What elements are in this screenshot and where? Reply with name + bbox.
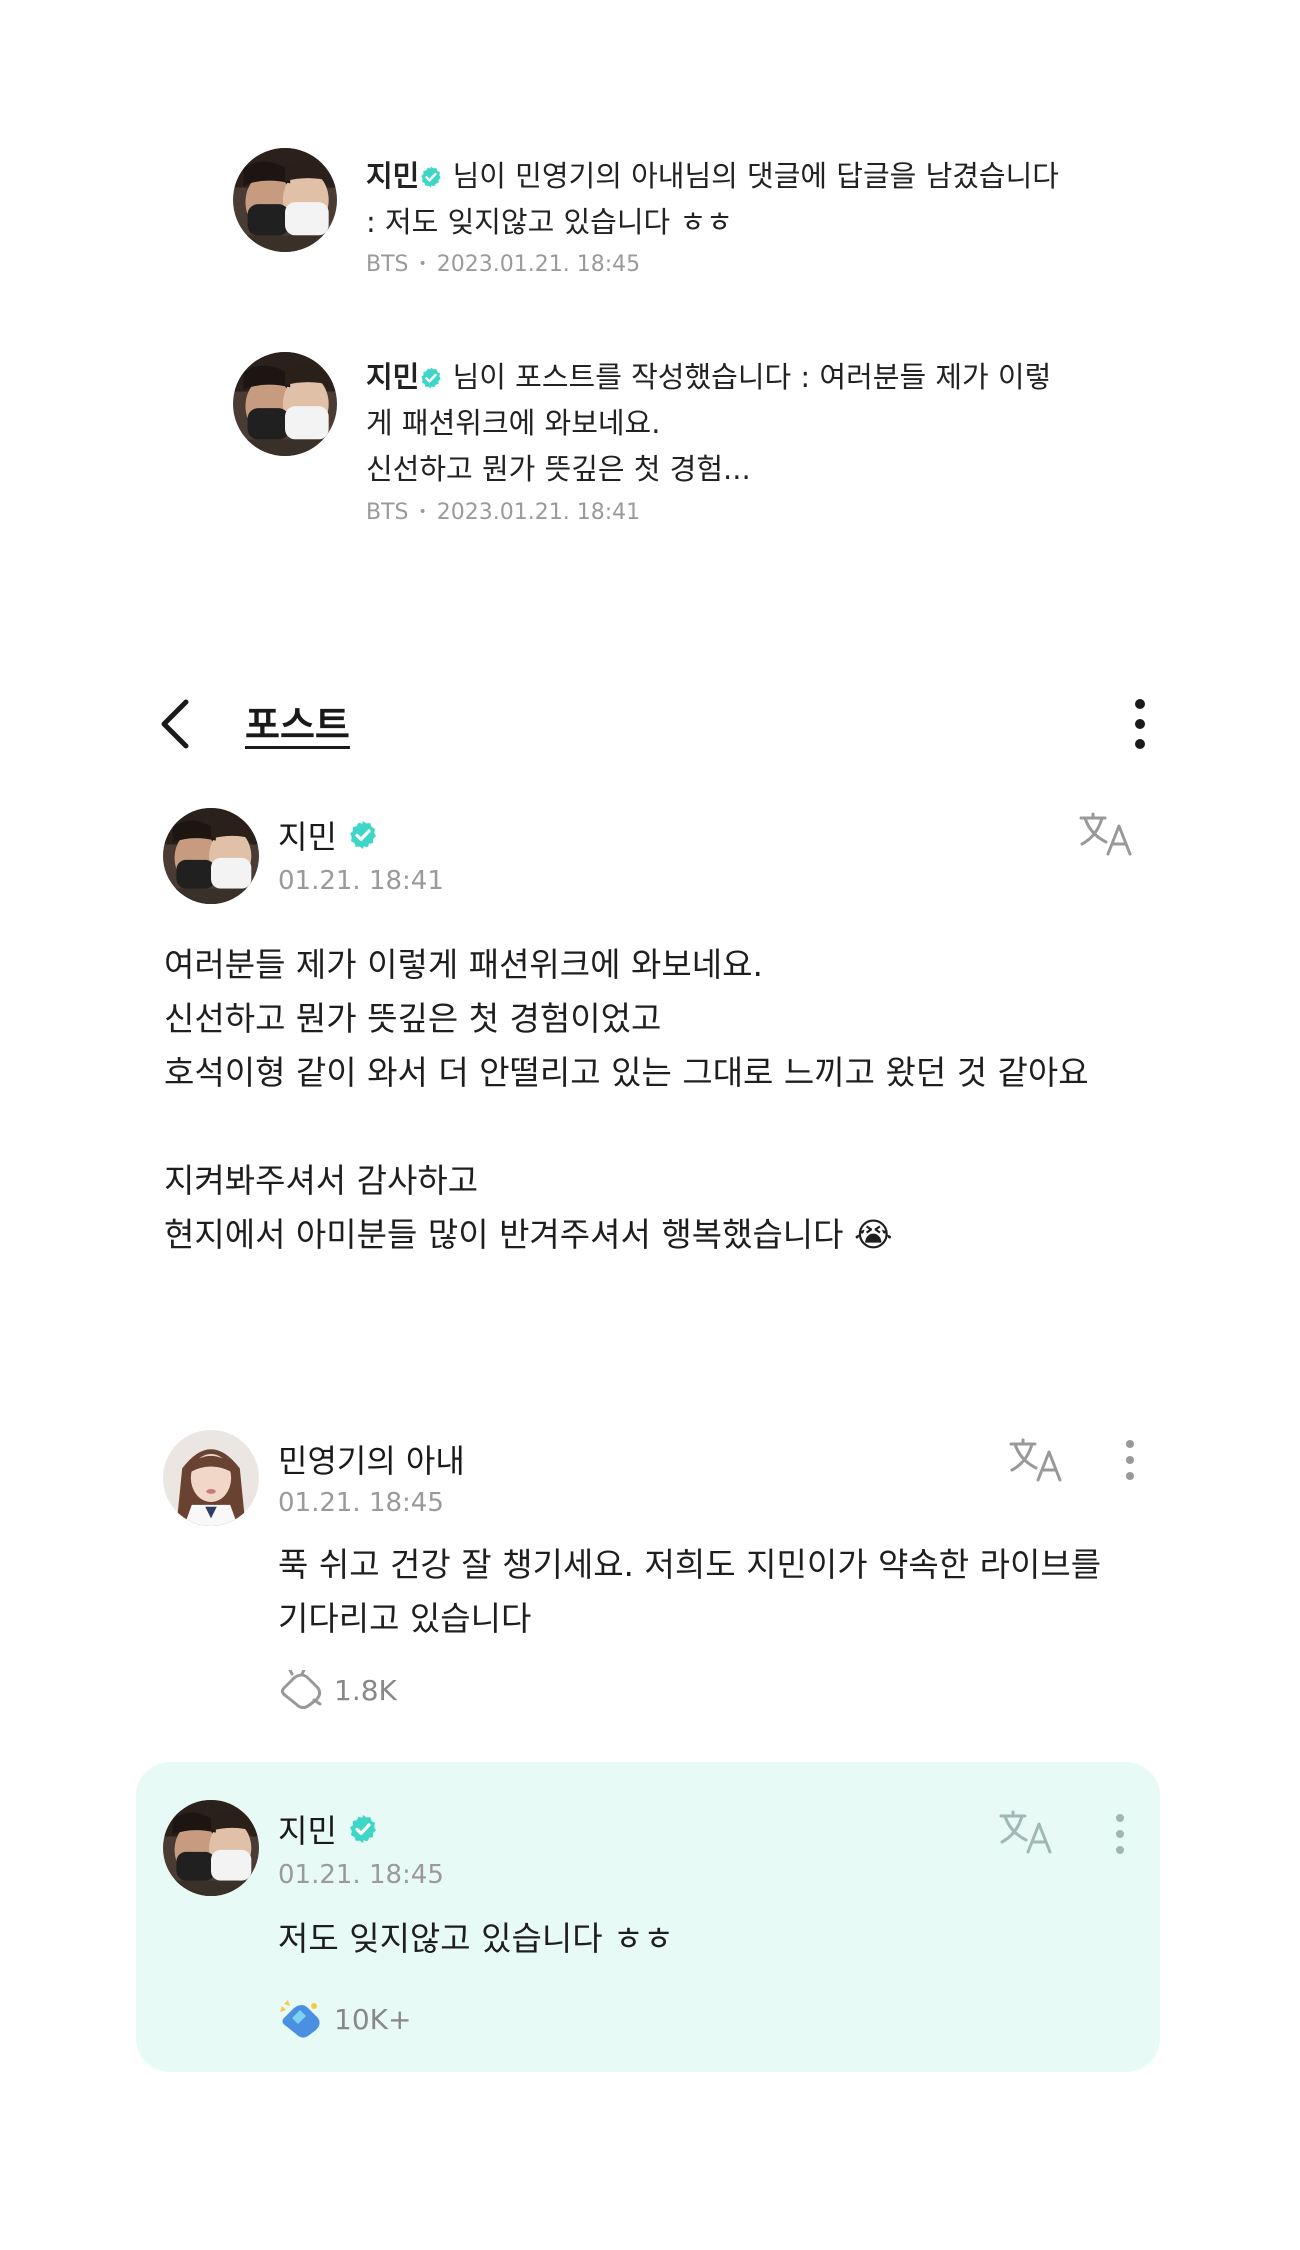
kebab-menu-icon xyxy=(1135,699,1145,749)
page-title: 포스트 xyxy=(245,703,350,747)
cheer-active-icon xyxy=(280,2000,320,2038)
reply-date: 01.21. 18:45 xyxy=(278,1860,444,1890)
comment-more-icon[interactable] xyxy=(1120,1438,1140,1482)
verified-icon xyxy=(419,366,443,390)
notification-source: BTS xyxy=(366,500,409,525)
avatar xyxy=(233,148,337,252)
post-body-text: 여러분들 제가 이렇게 패션위크에 와보네요. 신선하고 뭔가 뜻깊은 첫 경험… xyxy=(164,945,1089,1254)
verified-icon xyxy=(419,165,443,189)
comment-like-count: 1.8K xyxy=(334,1673,397,1707)
reply-like-button[interactable]: 10K+ xyxy=(278,1998,411,2040)
reply-like-count: 10K+ xyxy=(334,2002,412,2036)
notification-text: 지민 님이 민영기의 아내님의 댓글에 답글을 남겼습니다 : 저도 잊지않고 … xyxy=(366,153,1066,245)
translate-icon[interactable] xyxy=(1008,1438,1066,1482)
notification-text: 지민 님이 포스트를 작성했습니다 : 여러분들 제가 이렇게 패션위크에 와보… xyxy=(366,354,1066,492)
notification-message-continued: 신선하고 뭔가 뜻깊은 첫 경험... xyxy=(366,452,751,486)
cheer-icon xyxy=(280,1670,322,1710)
separator-dot: • xyxy=(418,504,427,520)
avatar xyxy=(233,352,337,456)
chevron-left-icon xyxy=(161,699,189,749)
reply-more-icon[interactable] xyxy=(1110,1812,1130,1856)
translate-icon[interactable] xyxy=(1078,812,1136,856)
comment-date: 01.21. 18:45 xyxy=(278,1488,444,1518)
crying-emoji-icon: 😭 xyxy=(854,1215,893,1254)
separator-dot: • xyxy=(418,256,427,272)
verified-icon xyxy=(347,1813,379,1845)
notification-message: 님이 민영기의 아내님의 댓글에 답글을 남겼습니다 : 저도 잊지않고 있습니… xyxy=(366,159,1059,239)
notification-time: 2023.01.21. 18:45 xyxy=(436,252,641,277)
back-button[interactable] xyxy=(152,694,202,754)
post-date: 01.21. 18:41 xyxy=(278,866,444,896)
verified-icon xyxy=(347,819,379,851)
notification-message: 님이 포스트를 작성했습니다 : 여러분들 제가 이렇게 패션위크에 와보네요. xyxy=(366,360,1052,440)
notification-meta: BTS • 2023.01.21. 18:41 xyxy=(366,500,640,525)
reply-author[interactable]: 지민 xyxy=(278,1806,379,1852)
notification-meta: BTS • 2023.01.21. 18:45 xyxy=(366,252,640,277)
notification-author: 지민 xyxy=(366,360,420,394)
post-author-name: 지민 xyxy=(278,818,337,856)
translate-icon[interactable] xyxy=(998,1810,1056,1854)
reply-author-avatar[interactable] xyxy=(163,1800,259,1896)
notification-source: BTS xyxy=(366,252,409,277)
post-body: 여러분들 제가 이렇게 패션위크에 와보네요. 신선하고 뭔가 뜻깊은 첫 경험… xyxy=(164,938,1144,1262)
comment-text: 푹 쉬고 건강 잘 챙기세요. 저희도 지민이가 약속한 라이브를 기다리고 있… xyxy=(278,1545,1102,1638)
reply-author-name: 지민 xyxy=(278,1812,337,1850)
post-author-avatar[interactable] xyxy=(163,808,259,904)
notification-author: 지민 xyxy=(366,159,420,193)
post-author[interactable]: 지민 xyxy=(278,812,379,858)
comment-author[interactable]: 민영기의 아내 xyxy=(278,1436,465,1482)
notification-time: 2023.01.21. 18:41 xyxy=(436,500,641,525)
comment-author-avatar[interactable] xyxy=(163,1430,259,1526)
comment-like-button[interactable]: 1.8K xyxy=(278,1670,397,1710)
reply-text: 저도 잊지않고 있습니다 ㅎㅎ xyxy=(278,1919,674,1958)
more-options-button[interactable] xyxy=(1118,694,1162,754)
